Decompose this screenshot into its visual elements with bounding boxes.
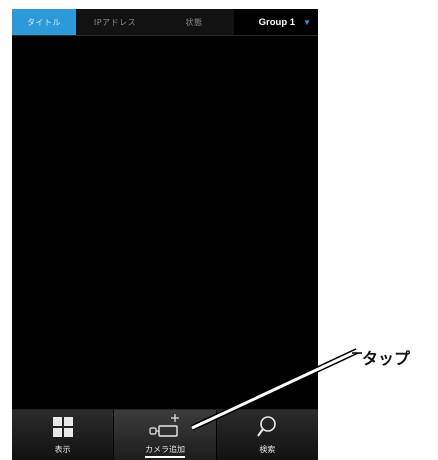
callout-line [190, 348, 362, 431]
callout-text: タップ [362, 349, 411, 368]
